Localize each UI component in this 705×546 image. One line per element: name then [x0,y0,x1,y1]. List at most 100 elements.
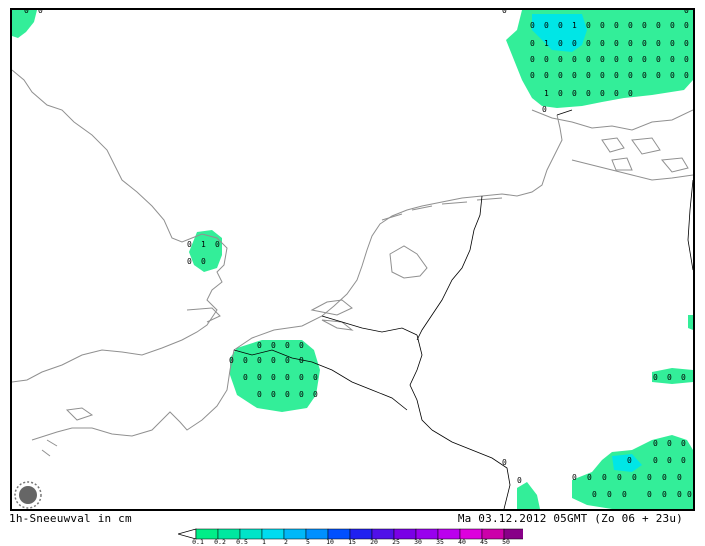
value-marker: 0 [670,39,675,48]
value-marker: 0 [642,71,647,80]
value-marker: 0 [647,490,652,499]
value-marker: 0 [587,473,592,482]
value-marker: 0 [684,71,689,80]
value-marker: 0 [656,55,661,64]
border-be-nl [321,315,418,336]
value-marker: 0 [271,390,276,399]
value-marker: 0 [24,10,29,15]
value-marker: 0 [544,21,549,30]
value-marker: 0 [558,39,563,48]
coastline-isle-of-wight [65,407,94,421]
value-marker: 0 [257,390,262,399]
coastline-channel-islands [41,439,58,457]
value-marker: 0 [614,21,619,30]
value-marker: 0 [201,257,206,266]
value-marker: 0 [285,341,290,350]
legend-tick-label: 25 [392,538,400,546]
value-marker: 0 [628,55,633,64]
coastline-great-britain [12,69,228,383]
value-marker: 1 [201,240,206,249]
coastline-denmark [531,109,693,131]
value-marker: 0 [229,356,234,365]
border-fr-de [431,429,511,509]
value-marker: 0 [632,473,637,482]
value-marker: 0 [285,390,290,399]
value-marker: 0 [684,39,689,48]
value-marker: 0 [670,21,675,30]
snow-area-east-edge-2 [652,368,693,384]
value-marker: 0 [600,71,605,80]
value-marker: 0 [586,55,591,64]
value-marker: 0 [628,39,633,48]
value-marker: 0 [530,55,535,64]
value-marker: 0 [285,356,290,365]
value-marker: 0 [628,89,633,98]
value-marker: 0 [586,89,591,98]
value-marker: 1 [544,39,549,48]
legend-tick-label: 0.2 [214,538,226,546]
snow-area-east-edge-1 [688,315,693,330]
value-marker: 0 [257,373,262,382]
coastline-ijsselmeer [389,245,428,279]
value-marker: 0 [684,21,689,30]
value-marker: 1 [544,89,549,98]
legend-tick-label: 0.1 [192,538,204,546]
value-marker: 0 [257,341,262,350]
value-marker: 0 [299,341,304,350]
value-marker: 0 [647,473,652,482]
value-marker: 0 [617,473,622,482]
value-marker: 0 [586,21,591,30]
legend-tick-label: 5 [306,538,310,546]
value-marker: 0 [271,373,276,382]
value-marker: 0 [684,10,689,15]
value-marker: 0 [502,458,507,467]
value-marker: 0 [38,10,43,15]
value-marker: 0 [681,439,686,448]
legend-tick-label: 35 [436,538,444,546]
value-marker: 0 [628,71,633,80]
value-marker: 0 [572,55,577,64]
value-marker: 0 [299,356,304,365]
value-marker: 0 [670,55,675,64]
value-marker: 0 [243,356,248,365]
value-marker: 0 [656,39,661,48]
value-marker: 0 [530,71,535,80]
value-marker: 0 [600,21,605,30]
border-de-pl [687,179,693,271]
coastline-danish-islands [601,137,689,173]
value-marker: 0 [572,39,577,48]
value-marker: 0 [299,390,304,399]
value-marker: 0 [677,473,682,482]
value-marker: 0 [607,490,612,499]
value-marker: 0 [502,10,507,15]
product-label: 1h-Sneeuwval in cm [9,512,132,525]
value-marker: 0 [662,490,667,499]
value-marker: 0 [684,55,689,64]
value-marker: 0 [313,390,318,399]
value-marker: 0 [653,456,658,465]
value-marker: 0 [285,373,290,382]
value-marker: 0 [653,439,658,448]
snow-area-southeast [572,435,693,509]
value-marker: 0 [667,373,672,382]
value-marker: 0 [592,490,597,499]
value-marker: 0 [600,89,605,98]
value-marker: 0 [558,89,563,98]
value-marker: 0 [586,71,591,80]
value-marker: 0 [602,473,607,482]
value-marker: 0 [627,456,632,465]
value-marker: 0 [299,373,304,382]
value-marker: 0 [600,39,605,48]
value-marker: 0 [681,373,686,382]
legend-tick-label: 50 [502,538,510,546]
value-marker: 0 [215,240,220,249]
legend-tick-label: 10 [326,538,334,546]
value-marker: 0 [642,55,647,64]
coastline-thames [186,307,221,323]
value-marker: 0 [544,71,549,80]
legend-tick-label: 15 [348,538,356,546]
knmi-logo [13,480,43,510]
value-marker: 0 [653,373,658,382]
value-marker: 0 [656,21,661,30]
value-marker: 0 [586,39,591,48]
